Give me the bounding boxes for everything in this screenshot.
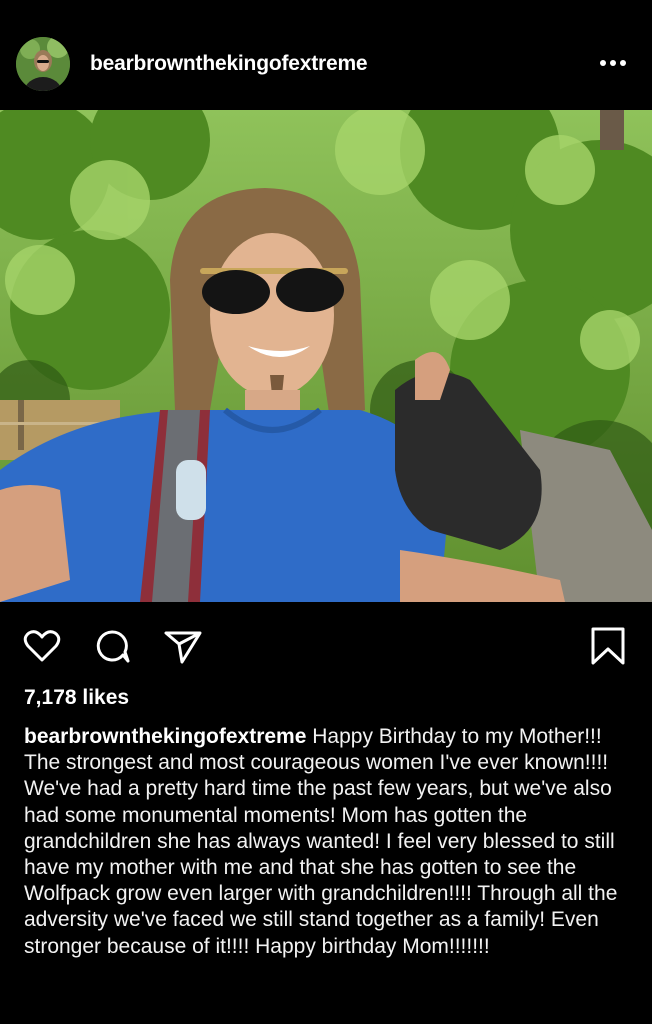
likes-count[interactable]: 7,178 likes	[24, 686, 129, 710]
comment-icon[interactable]	[90, 624, 134, 668]
more-options-icon[interactable]	[596, 50, 630, 76]
post-photo[interactable]	[0, 110, 652, 602]
post-actions	[0, 602, 652, 682]
caption-text: Happy Birthday to my Mother!!! The stron…	[24, 725, 618, 958]
post-caption: bearbrownthekingofextreme Happy Birthday…	[24, 724, 628, 960]
send-icon[interactable]	[160, 624, 204, 668]
caption-username[interactable]: bearbrownthekingofextreme	[24, 725, 306, 748]
heart-icon[interactable]	[20, 624, 64, 668]
post-header: bearbrownthekingofextreme	[0, 0, 652, 110]
post-username[interactable]: bearbrownthekingofextreme	[90, 52, 368, 76]
bookmark-icon[interactable]	[586, 624, 630, 668]
avatar[interactable]	[16, 37, 70, 91]
